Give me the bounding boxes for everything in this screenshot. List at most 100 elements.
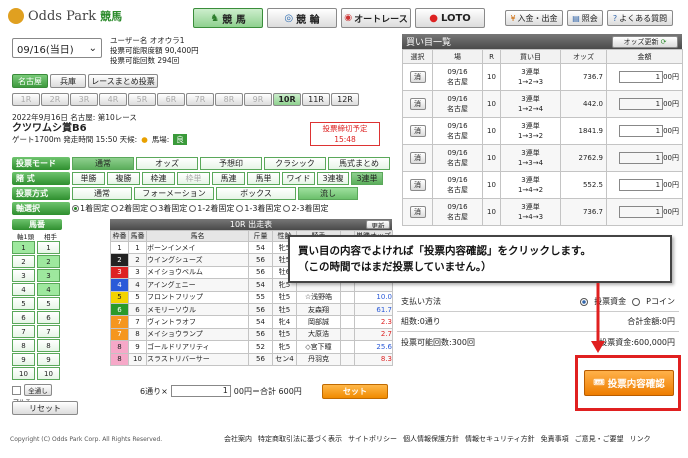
race-tab-4[interactable]: 4R [99, 93, 127, 106]
uma-partner-3[interactable]: 3 [37, 269, 60, 282]
venue-tab-hyogo[interactable]: 兵庫 [50, 74, 86, 88]
axis-option-1[interactable]: 2着固定 [111, 202, 148, 215]
race-tab-1[interactable]: 1R [12, 93, 40, 106]
uma-axis-3[interactable]: 3 [12, 269, 35, 282]
bet-type-button-0[interactable]: 単勝 [72, 172, 105, 185]
deposit-button[interactable]: ¥ 入金・出金 [505, 10, 563, 26]
shutsuba-row[interactable]: 5 5 フロントフリップ 55 牡5 ☆浅野皓 10.0 [110, 290, 393, 304]
mode-matome-button[interactable]: 馬式まとめ [328, 157, 390, 170]
uma-partner-9[interactable]: 9 [37, 353, 60, 366]
kaime-amount-input[interactable]: 1 [619, 98, 664, 110]
uma-partner-8[interactable]: 8 [37, 339, 60, 352]
uma-axis-4[interactable]: 4 [12, 283, 35, 296]
nav-keirin[interactable]: ◎ 競 輪 [267, 8, 337, 28]
mode-odds-button[interactable]: オッズ [136, 157, 198, 170]
shutsuba-row[interactable]: 7 7 ヴィントラオフ 54 牝4 岡部誠 2.3 [110, 315, 393, 329]
confirm-button[interactable]: 🎟 投票内容確認 [584, 370, 674, 396]
axis-radio[interactable] [283, 205, 291, 212]
uma-partner-2[interactable]: 2 [37, 255, 60, 268]
logo[interactable]: Odds Park 競馬 [8, 4, 158, 28]
radio-pcoin[interactable] [632, 297, 641, 306]
uma-axis-9[interactable]: 9 [12, 353, 35, 366]
race-tab-2[interactable]: 2R [41, 93, 69, 106]
uma-axis-10[interactable]: 10 [12, 367, 35, 380]
footer-link[interactable]: 特定商取引法に基づく表示 [258, 434, 342, 444]
reset-button[interactable]: リセット [12, 401, 78, 415]
delete-button[interactable]: 消 [409, 179, 426, 191]
delete-button[interactable]: 消 [409, 71, 426, 83]
bet-type-button-7[interactable]: 3連複 [317, 172, 349, 185]
axis-radio[interactable] [236, 205, 244, 212]
kaime-amount-input[interactable]: 1 [619, 71, 664, 83]
unit-input[interactable]: 1 [170, 385, 231, 397]
footer-link[interactable]: サイトポリシー [348, 434, 397, 444]
bet-type-button-4[interactable]: 馬連 [212, 172, 245, 185]
delete-button[interactable]: 消 [409, 98, 426, 110]
kaime-amount-input[interactable]: 1 [619, 152, 664, 164]
kaime-amount-input[interactable]: 1 [619, 125, 664, 137]
venue-tab-matome[interactable]: レースまとめ投票 [88, 74, 158, 88]
race-tab-11[interactable]: 11R [302, 93, 330, 106]
uma-axis-2[interactable]: 2 [12, 255, 35, 268]
footer-link[interactable]: ご意見・ご要望 [575, 434, 624, 444]
axis-radio[interactable] [111, 205, 119, 212]
mode-classic-button[interactable]: クラシック [264, 157, 326, 170]
uma-axis-8[interactable]: 8 [12, 339, 35, 352]
race-tab-12[interactable]: 12R [331, 93, 359, 106]
delete-button[interactable]: 消 [409, 125, 426, 137]
mode-normal-button[interactable]: 通常 [72, 157, 134, 170]
shutsuba-row[interactable]: 8 10 スラストリバーサー 56 セン4 丹羽克 8.3 [110, 352, 393, 366]
race-tab-8[interactable]: 8R [215, 93, 243, 106]
axis-radio[interactable] [72, 205, 79, 212]
race-tab-9[interactable]: 9R [244, 93, 272, 106]
delete-button[interactable]: 消 [409, 152, 426, 164]
uma-partner-7[interactable]: 7 [37, 325, 60, 338]
uma-partner-10[interactable]: 10 [37, 367, 60, 380]
bet-type-button-5[interactable]: 馬単 [247, 172, 280, 185]
uma-axis-6[interactable]: 6 [12, 311, 35, 324]
faq-button[interactable]: ? よくある質問 [607, 10, 673, 26]
axis-option-2[interactable]: 3着固定 [150, 202, 187, 215]
race-tab-7[interactable]: 7R [186, 93, 214, 106]
method-nagashi-button[interactable]: 流し [298, 187, 358, 200]
kaime-amount-input[interactable]: 1 [619, 206, 664, 218]
shutsuba-row[interactable]: 8 9 ゴールドリアリティ 52 牝5 ◇宮下瞳 25.6 [110, 340, 393, 354]
footer-link[interactable]: リンク [630, 434, 651, 444]
bet-type-button-8[interactable]: 3連単 [351, 172, 383, 185]
method-box-button[interactable]: ボックス [216, 187, 296, 200]
race-tab-6[interactable]: 6R [157, 93, 185, 106]
nav-auto[interactable]: ◉ オートレース [341, 8, 411, 28]
race-tab-5[interactable]: 5R [128, 93, 156, 106]
axis-radio[interactable] [189, 205, 197, 212]
bet-type-button-6[interactable]: ワイド [282, 172, 315, 185]
nav-keiba[interactable]: ♞ 競 馬 [193, 8, 263, 28]
bet-type-button-1[interactable]: 複勝 [107, 172, 140, 185]
axis-option-0[interactable]: 1着固定 [72, 202, 109, 215]
method-normal-button[interactable]: 通常 [72, 187, 132, 200]
kaime-amount-input[interactable]: 1 [619, 179, 664, 191]
footer-link[interactable]: 情報セキュリティ方針 [465, 434, 535, 444]
race-tab-10[interactable]: 10R [273, 93, 301, 106]
footer-link[interactable]: 個人情報保護方針 [403, 434, 459, 444]
shutsuba-row[interactable]: 6 6 メモリーソウル 56 牡5 友森翔 61.7 [110, 302, 393, 317]
set-button[interactable]: セット [322, 384, 388, 399]
inquiry-button[interactable]: ▤ 照会 [567, 10, 603, 26]
venue-tab-nagoya[interactable]: 名古屋 [12, 74, 48, 88]
uma-axis-5[interactable]: 5 [12, 297, 35, 310]
uma-partner-1[interactable]: 1 [37, 241, 60, 254]
shutsuba-row[interactable]: 7 8 メイショウランプ 56 牡5 大原浩 2.7 [110, 327, 393, 342]
multi-checkbox[interactable] [12, 385, 21, 395]
axis-radio[interactable] [150, 205, 158, 212]
method-formation-button[interactable]: フォーメーション [134, 187, 214, 200]
uma-axis-1[interactable]: 1 [12, 241, 35, 254]
uma-axis-7[interactable]: 7 [12, 325, 35, 338]
axis-option-5[interactable]: 2-3着固定 [283, 202, 329, 215]
update-button[interactable]: 更新 [366, 220, 390, 229]
date-select[interactable]: 09/16(当日) ⌄ [12, 38, 102, 58]
footer-link[interactable]: 免責事項 [541, 434, 569, 444]
footer-link[interactable]: 会社案内 [224, 434, 252, 444]
uma-partner-4[interactable]: 4 [37, 283, 60, 296]
mode-prediction-button[interactable]: 予想印 [200, 157, 262, 170]
delete-button[interactable]: 消 [409, 206, 426, 218]
radio-fund[interactable] [580, 297, 589, 306]
